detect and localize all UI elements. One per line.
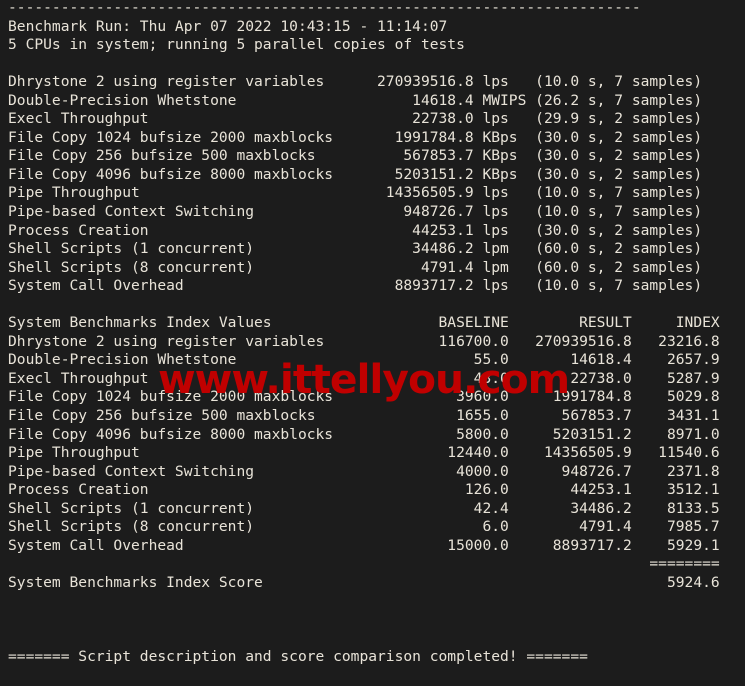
raw-result-row: Pipe Throughput 14356505.9 lps (10.0 s, … [8, 184, 703, 202]
index-table-row: File Copy 4096 bufsize 8000 maxblocks 58… [8, 425, 720, 443]
index-table-row: File Copy 256 bufsize 500 maxblocks 1655… [8, 407, 720, 425]
cpu-count-header: 5 CPUs in system; running 5 parallel cop… [8, 36, 465, 54]
raw-result-row: Pipe-based Context Switching 948726.7 lp… [8, 203, 703, 221]
index-table-row: Shell Scripts (1 concurrent) 42.4 34486.… [8, 499, 720, 517]
index-score-row: System Benchmarks Index Score 5924.6 [8, 573, 720, 591]
raw-result-row: File Copy 256 bufsize 500 maxblocks 5678… [8, 147, 703, 165]
terminal-window: ----------------------------------------… [0, 0, 745, 686]
raw-result-row: File Copy 1024 bufsize 2000 maxblocks 19… [8, 128, 703, 146]
raw-result-row: System Call Overhead 8893717.2 lps (10.0… [8, 277, 703, 295]
index-table-row: Process Creation 126.0 44253.1 3512.1 [8, 481, 720, 499]
index-table-row: Pipe-based Context Switching 4000.0 9487… [8, 462, 720, 480]
index-table-row: Execl Throughput 43.0 22738.0 5287.9 [8, 369, 720, 387]
raw-result-row: Dhrystone 2 using register variables 270… [8, 73, 703, 91]
index-table-row: Double-Precision Whetstone 55.0 14618.4 … [8, 351, 720, 369]
index-table-header: System Benchmarks Index Values BASELINE … [8, 314, 720, 332]
raw-result-row: Shell Scripts (1 concurrent) 34486.2 lpm… [8, 240, 703, 258]
index-table-row: Pipe Throughput 12440.0 14356505.9 11540… [8, 444, 720, 462]
raw-result-row: File Copy 4096 bufsize 8000 maxblocks 52… [8, 165, 703, 183]
score-rule: ======== [8, 555, 720, 573]
index-table-row: File Copy 1024 bufsize 2000 maxblocks 39… [8, 388, 720, 406]
raw-result-row: Execl Throughput 22738.0 lps (29.9 s, 2 … [8, 110, 703, 128]
benchmark-run-header: Benchmark Run: Thu Apr 07 2022 10:43:15 … [8, 17, 448, 35]
index-table-row: System Call Overhead 15000.0 8893717.2 5… [8, 536, 720, 554]
terminal-output: ----------------------------------------… [8, 0, 745, 667]
raw-result-row: Shell Scripts (8 concurrent) 4791.4 lpm … [8, 258, 703, 276]
raw-result-row: Process Creation 44253.1 lps (30.0 s, 2 … [8, 221, 703, 239]
completion-footer: ======= Script description and score com… [8, 648, 588, 666]
separator-line: ----------------------------------------… [8, 0, 641, 16]
index-table-row: Shell Scripts (8 concurrent) 6.0 4791.4 … [8, 518, 720, 536]
raw-result-row: Double-Precision Whetstone 14618.4 MWIPS… [8, 91, 703, 109]
index-table-row: Dhrystone 2 using register variables 116… [8, 332, 720, 350]
